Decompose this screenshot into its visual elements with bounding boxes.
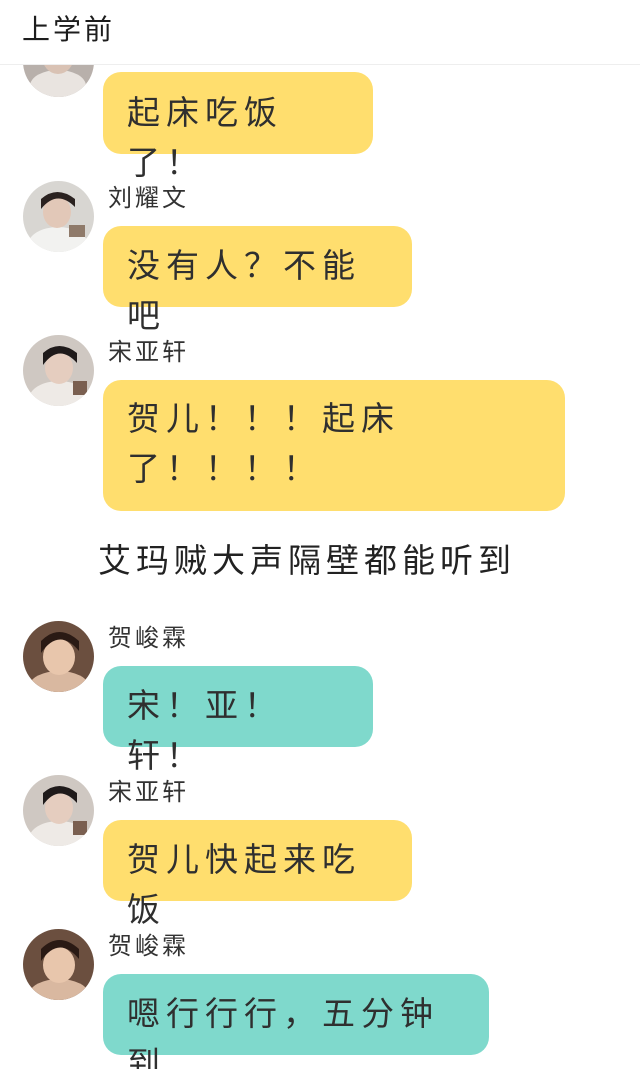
sender-name: 贺峻霖	[108, 932, 189, 960]
avatar[interactable]	[23, 775, 94, 846]
message-bubble[interactable]: 宋！亚！轩！	[103, 666, 373, 775]
sender-name: 刘耀文	[108, 184, 189, 212]
chat-view[interactable]: 起床吃饭了！ 刘耀文 没有人？不能吧 宋亚轩 贺儿！！！起床 了！！！！ 艾玛贼…	[0, 0, 640, 1069]
message-text: 宋！亚！轩！	[127, 686, 283, 775]
message-text-line: 了！！！！	[127, 449, 322, 488]
chat-title: 上学前	[22, 13, 116, 46]
message-bubble[interactable]: 贺儿快起来吃饭	[103, 820, 412, 929]
message-text: 没有人？不能吧	[127, 246, 361, 335]
avatar[interactable]	[23, 335, 94, 406]
sender-name: 宋亚轩	[108, 338, 189, 366]
message-bubble[interactable]: 贺儿！！！起床 了！！！！	[103, 380, 565, 511]
avatar[interactable]	[23, 929, 94, 1000]
sender-name: 贺峻霖	[108, 624, 189, 652]
message-bubble[interactable]: 嗯行行行，五分钟到	[103, 974, 489, 1069]
avatar[interactable]	[23, 621, 94, 692]
message-text: 起床吃饭了！	[127, 93, 283, 182]
message-text: 嗯行行行，五分钟到	[127, 994, 439, 1069]
narration-text: 艾玛贼大声隔壁都能听到	[98, 541, 516, 580]
sender-name: 宋亚轩	[108, 778, 189, 806]
message-bubble[interactable]: 没有人？不能吧	[103, 226, 412, 335]
message-text-line: 贺儿！！！起床	[127, 399, 400, 438]
top-bar: 上学前	[0, 0, 640, 65]
message-text: 贺儿快起来吃饭	[127, 840, 361, 929]
avatar[interactable]	[23, 181, 94, 252]
message-bubble[interactable]: 起床吃饭了！	[103, 72, 373, 182]
